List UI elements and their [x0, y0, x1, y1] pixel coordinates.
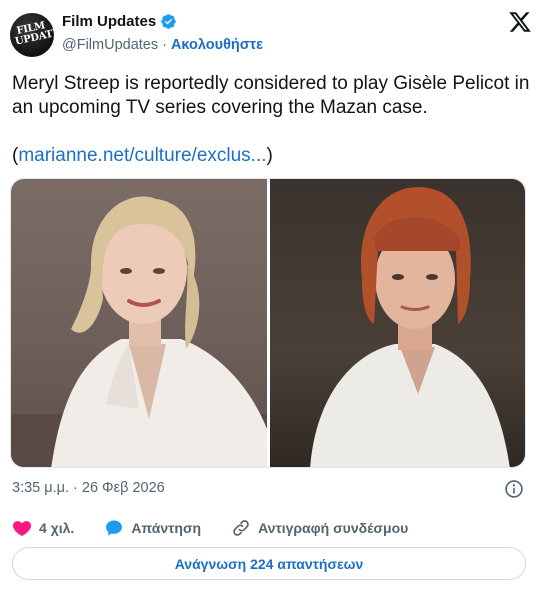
- link-icon: [233, 520, 249, 536]
- reply-button[interactable]: Απάντηση: [104, 518, 201, 538]
- avatar-logo-text: FILM UPDATES: [14, 20, 54, 48]
- photo-right-illustration: [309, 187, 510, 467]
- x-logo-icon[interactable]: [508, 10, 532, 34]
- like-button[interactable]: 4 χιλ.: [12, 518, 74, 538]
- photo-left[interactable]: [11, 179, 267, 467]
- handle-separator: ·: [162, 37, 167, 53]
- handle-row: @FilmUpdates · Ακολουθήστε: [62, 37, 263, 53]
- article-link[interactable]: marianne.net/culture/exclus...: [18, 145, 266, 166]
- read-replies-button[interactable]: Ανάγνωση 224 απαντήσεων: [12, 547, 526, 580]
- photo-left-illustration: [11, 196, 267, 467]
- photo-right[interactable]: [269, 179, 525, 467]
- tweet-media: [10, 178, 526, 468]
- verified-badge-icon: [161, 14, 176, 29]
- reply-label: Απάντηση: [131, 520, 202, 536]
- account-handle[interactable]: @FilmUpdates: [62, 37, 158, 53]
- follow-button[interactable]: Ακολουθήστε: [171, 37, 263, 53]
- tweet-actions: 4 χιλ. Απάντηση Αντιγραφή συνδέσμου: [12, 518, 438, 538]
- tweet-link-line: (marianne.net/culture/exclus...): [12, 145, 273, 167]
- tweet-text: Meryl Streep is reportedly considered to…: [12, 73, 530, 118]
- name-row: Film Updates: [62, 13, 177, 30]
- avatar[interactable]: FILM UPDATES: [10, 13, 54, 57]
- tweet-header: FILM UPDATES Film Updates @FilmUpdates ·…: [10, 10, 532, 60]
- copy-link-label: Αντιγραφή συνδέσμου: [258, 520, 409, 536]
- reply-bubble-icon: [106, 520, 123, 536]
- tweet-card: FILM UPDATES Film Updates @FilmUpdates ·…: [0, 0, 542, 590]
- copy-link-button[interactable]: Αντιγραφή συνδέσμου: [231, 518, 408, 538]
- info-icon[interactable]: [504, 479, 524, 499]
- account-name[interactable]: Film Updates: [62, 13, 156, 30]
- heart-icon: [12, 521, 32, 536]
- tweet-timestamp[interactable]: 3:35 μ.μ. · 26 Φεβ 2026: [12, 480, 165, 496]
- link-close-paren: ): [266, 145, 273, 166]
- like-count: 4 χιλ.: [39, 520, 75, 536]
